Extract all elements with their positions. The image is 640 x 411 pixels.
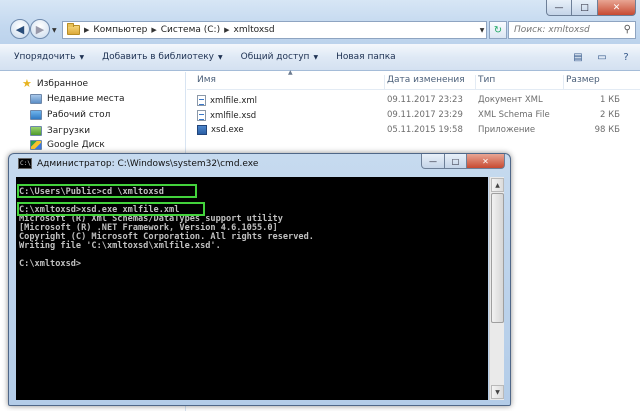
- cmd-window-title: Администратор: C:\Windows\system32\cmd.e…: [37, 158, 259, 169]
- favorites-header[interactable]: ★ Избранное: [22, 77, 88, 90]
- chevron-down-icon: ▼: [218, 53, 223, 61]
- back-button[interactable]: ◀: [10, 19, 30, 39]
- sidebar-item-google-drive[interactable]: Google Диск: [30, 140, 105, 150]
- xsd-file-icon: [197, 110, 206, 121]
- console-output[interactable]: C:\Users\Public>cd \xmltoxsd C:\xmltoxsd…: [16, 177, 488, 400]
- add-to-library-button[interactable]: Добавить в библиотеку ▼: [102, 52, 223, 62]
- scroll-up-icon[interactable]: ▲: [491, 178, 504, 192]
- address-bar[interactable]: ▶ Компьютер ▶ Система (C:) ▶ xmltoxsd: [62, 21, 487, 39]
- desktop-icon: [30, 110, 42, 120]
- scrollbar-thumb[interactable]: [491, 193, 504, 323]
- cmd-maximize-button[interactable]: □: [445, 154, 467, 169]
- new-folder-button[interactable]: Новая папка: [336, 52, 396, 62]
- refresh-icon: ↻: [493, 24, 503, 36]
- file-type: Приложение: [478, 125, 536, 135]
- minimize-button[interactable]: —: [546, 0, 572, 16]
- file-name: xmlfile.xsd: [210, 110, 257, 121]
- scroll-down-icon[interactable]: ▼: [491, 385, 504, 399]
- view-controls: ▤ ▭ ?: [570, 50, 634, 64]
- google-drive-icon: [30, 140, 42, 150]
- sidebar-item-desktop[interactable]: Рабочий стол: [30, 110, 110, 120]
- cmd-app-icon[interactable]: C:\: [18, 158, 32, 169]
- exe-file-icon: [197, 125, 207, 135]
- close-button[interactable]: ✕: [598, 0, 636, 16]
- cmd-minimize-button[interactable]: —: [421, 154, 445, 169]
- breadcrumb-xmltoxsd[interactable]: xmltoxsd: [234, 25, 275, 35]
- file-size: 98 КБ: [594, 125, 620, 135]
- file-type: XML Schema File: [478, 110, 550, 120]
- chevron-right-icon[interactable]: ▶: [84, 26, 89, 34]
- share-button[interactable]: Общий доступ ▼: [241, 52, 318, 62]
- recent-pages-dropdown[interactable]: ▼: [52, 27, 57, 34]
- chevron-right-icon[interactable]: ▶: [224, 26, 229, 34]
- star-icon: ★: [22, 77, 32, 90]
- column-type[interactable]: Тип: [478, 75, 564, 89]
- sidebar-item-recent-places[interactable]: Недавние места: [30, 94, 125, 104]
- file-date: 05.11.2015 19:58: [387, 125, 463, 135]
- column-size[interactable]: Размер: [566, 75, 636, 89]
- change-view-icon[interactable]: ▤: [570, 50, 586, 64]
- chevron-down-icon: ▼: [79, 53, 85, 61]
- file-name: xmlfile.xml: [210, 95, 257, 106]
- column-name[interactable]: Имя: [197, 75, 385, 89]
- cmd-close-button[interactable]: ✕: [467, 154, 505, 169]
- sidebar-item-downloads[interactable]: Загрузки: [30, 126, 90, 136]
- search-icon[interactable]: ⚲: [624, 24, 631, 35]
- file-size: 1 КБ: [600, 95, 620, 105]
- preview-pane-icon[interactable]: ▭: [594, 50, 610, 64]
- column-date[interactable]: Дата изменения: [387, 75, 476, 89]
- breadcrumb-drive-c[interactable]: Система (C:): [161, 25, 220, 35]
- address-history-dropdown[interactable]: ▼: [476, 21, 488, 39]
- console-scrollbar[interactable]: ▲ ▼: [489, 177, 504, 400]
- column-headers: ▲ Имя Дата изменения Тип Размер: [187, 69, 640, 90]
- file-date: 09.11.2017 23:29: [387, 110, 463, 120]
- file-size: 2 КБ: [600, 110, 620, 120]
- search-input[interactable]: [514, 25, 624, 35]
- search-box[interactable]: ⚲: [508, 21, 636, 39]
- maximize-button[interactable]: □: [572, 0, 598, 16]
- console-line: C:\xmltoxsd>: [19, 259, 82, 269]
- help-icon[interactable]: ?: [618, 50, 634, 64]
- highlight-box: [17, 202, 205, 216]
- file-type: Документ XML: [478, 95, 543, 105]
- chevron-right-icon[interactable]: ▶: [151, 26, 156, 34]
- cmd-window: C:\ Администратор: C:\Windows\system32\c…: [8, 153, 511, 406]
- file-row[interactable]: xmlfile.xsd 09.11.2017 23:29 XML Schema …: [187, 109, 640, 124]
- cmd-window-controls: — □ ✕: [421, 154, 505, 169]
- xml-file-icon: [197, 95, 206, 106]
- forward-button[interactable]: ▶: [30, 19, 50, 39]
- highlight-box: [17, 184, 197, 198]
- breadcrumb-computer[interactable]: Компьютер: [93, 25, 147, 35]
- organize-button[interactable]: Упорядочить ▼: [14, 52, 84, 62]
- command-bar: Упорядочить ▼ Добавить в библиотеку ▼ Общи…: [0, 44, 640, 71]
- file-row[interactable]: xsd.exe 05.11.2015 19:58 Приложение 98 К…: [187, 124, 640, 139]
- file-date: 09.11.2017 23:23: [387, 95, 463, 105]
- arrow-left-icon: ◀: [15, 22, 25, 36]
- cmd-titlebar[interactable]: C:\ Администратор: C:\Windows\system32\c…: [18, 158, 258, 169]
- file-row[interactable]: xmlfile.xml 09.11.2017 23:23 Документ XM…: [187, 94, 640, 109]
- folder-icon: [67, 23, 80, 35]
- explorer-titlebar[interactable]: — □ ✕ ◀ ▶ ▼ ▶ Компьютер ▶ Система (C:) ▶…: [0, 0, 640, 44]
- downloads-icon: [30, 126, 42, 136]
- recent-places-icon: [30, 94, 42, 104]
- refresh-button[interactable]: ↻: [489, 21, 507, 39]
- arrow-right-icon: ▶: [35, 22, 45, 36]
- explorer-window-controls: — □ ✕: [546, 0, 636, 16]
- chevron-down-icon: ▼: [313, 53, 319, 61]
- console-line: Writing file 'C:\xmltoxsd\xmlfile.xsd'.: [19, 241, 221, 251]
- file-name: xsd.exe: [211, 125, 244, 135]
